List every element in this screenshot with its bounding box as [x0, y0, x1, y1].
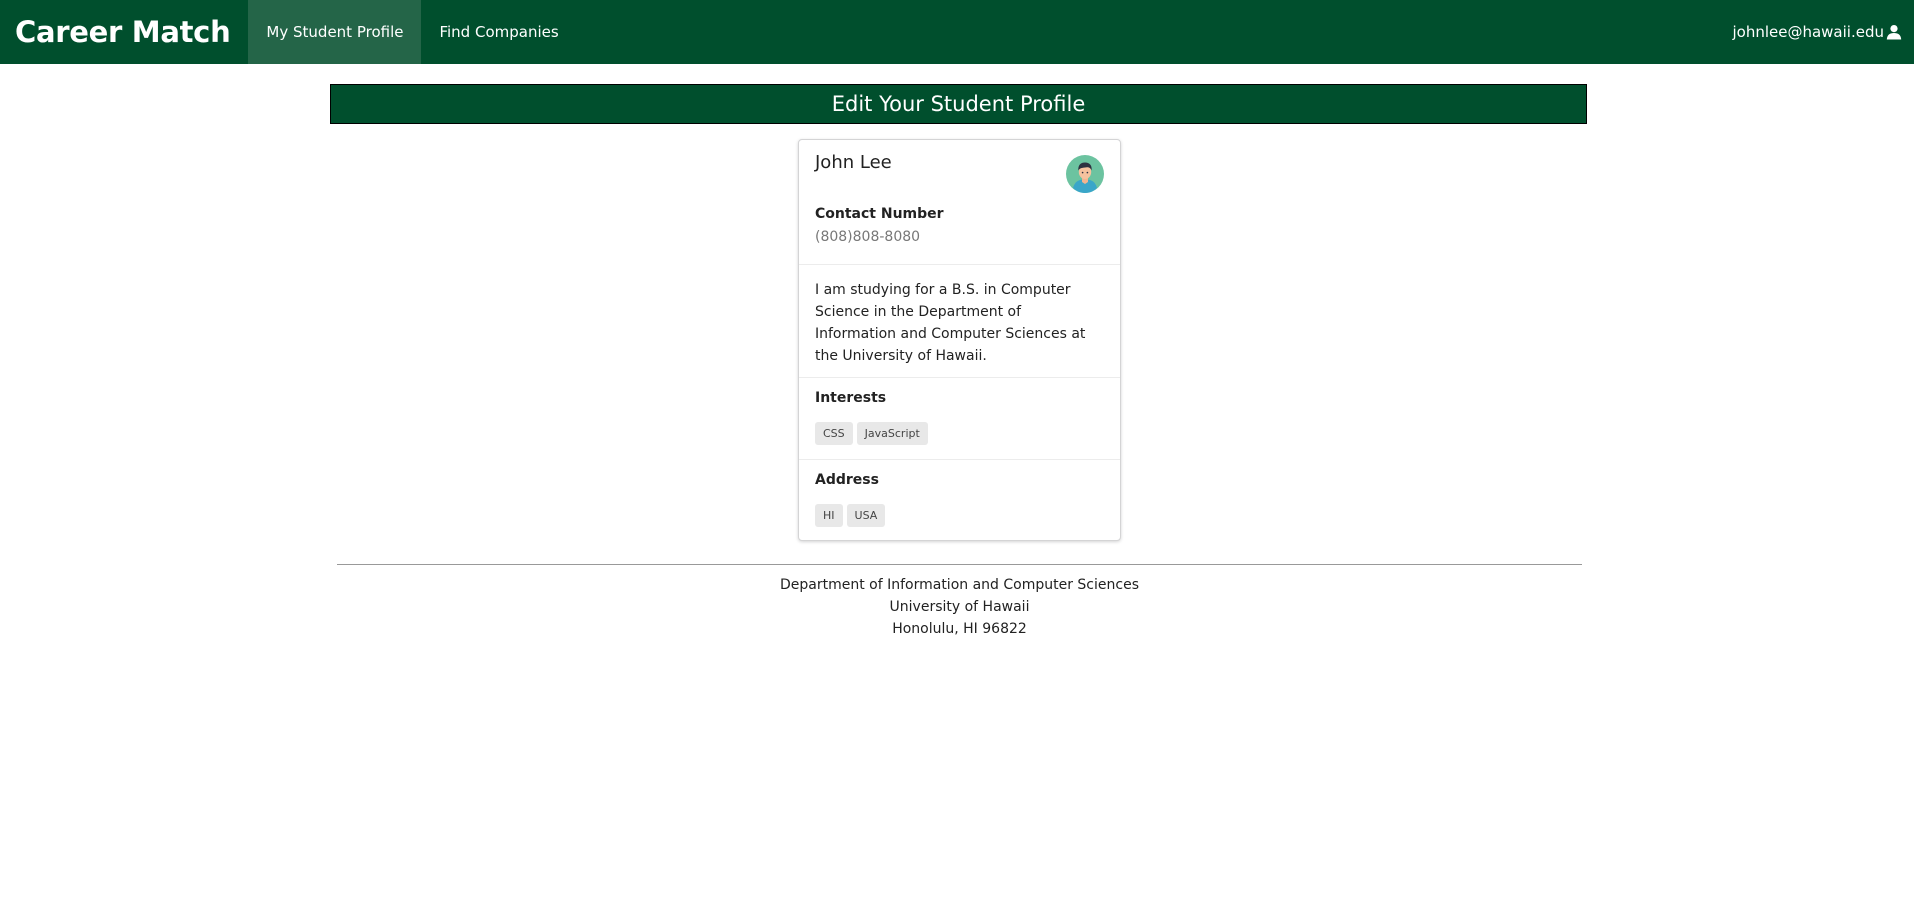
profile-description: I am studying for a B.S. in Computer Sci… [799, 265, 1120, 378]
address-section: Address HI USA [799, 460, 1120, 540]
interest-tag: JavaScript [856, 422, 928, 445]
interests-label: Interests [815, 390, 887, 406]
page-title: Edit Your Student Profile [831, 92, 1086, 116]
interest-tag: CSS [815, 422, 853, 445]
footer: Department of Information and Computer S… [337, 574, 1582, 640]
nav-my-student-profile[interactable]: My Student Profile [248, 0, 422, 64]
top-navbar: Career Match My Student Profile Find Com… [0, 0, 1914, 64]
interests-tags: CSS JavaScript [815, 422, 1104, 445]
contact-number-label: Contact Number [815, 206, 944, 222]
page-title-banner: Edit Your Student Profile [330, 84, 1587, 124]
student-name: John Lee [815, 152, 892, 173]
footer-location: Honolulu, HI 96822 [892, 621, 1027, 637]
footer-university: University of Hawaii [889, 599, 1030, 615]
nav-find-companies[interactable]: Find Companies [421, 0, 576, 64]
user-menu[interactable]: johnlee@hawaii.edu [1732, 0, 1902, 64]
profile-header: John Lee Contact Number (808)808-8080 [799, 140, 1120, 265]
brand-logo[interactable]: Career Match [15, 15, 231, 49]
interests-section: Interests CSS JavaScript [799, 378, 1120, 460]
footer-divider [337, 564, 1582, 565]
address-tag: HI [815, 504, 843, 527]
address-label: Address [815, 472, 879, 488]
contact-number-value: (808)808-8080 [815, 229, 921, 245]
user-email: johnlee@hawaii.edu [1732, 23, 1884, 41]
user-icon [1886, 25, 1902, 40]
address-tags: HI USA [815, 504, 1104, 527]
student-profile-card[interactable]: John Lee Contact Number (808)808-8080 I … [798, 139, 1121, 541]
student-avatar-icon [1066, 155, 1104, 193]
footer-department: Department of Information and Computer S… [779, 577, 1139, 593]
address-tag: USA [846, 504, 886, 527]
